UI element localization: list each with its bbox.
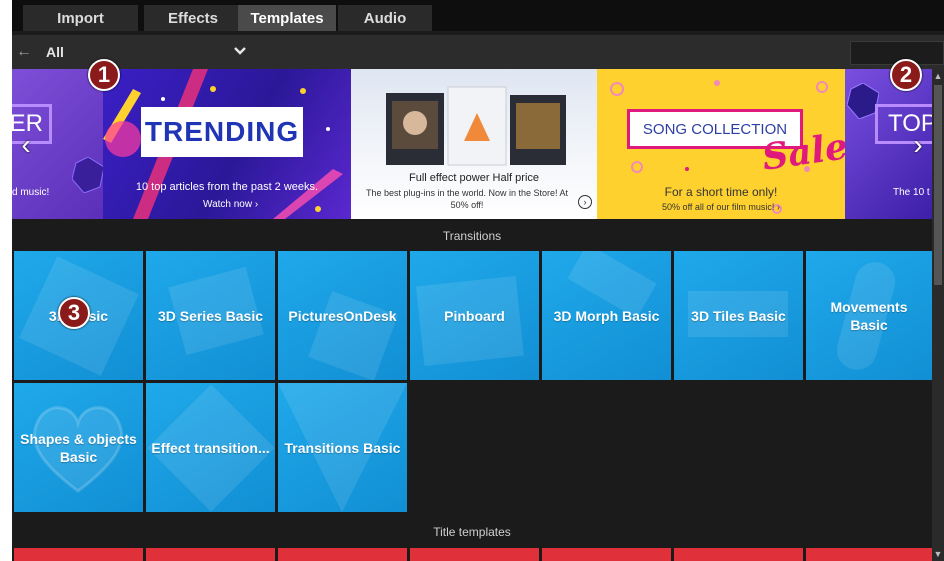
carousel-prev-arrow-icon[interactable]: ‹ <box>14 127 38 163</box>
tile-label: 3D Tiles Basic <box>691 307 786 324</box>
banner-text-fragment: The 10 t <box>893 187 930 198</box>
banner-text-fragment: d music! <box>12 187 50 198</box>
tab-bar: Import Effects Templates Audio <box>12 0 944 31</box>
template-tile-transitions-basic[interactable]: Transitions Basic <box>278 383 407 512</box>
window-edge <box>0 0 12 561</box>
tile-label: PicturesOnDesk <box>288 307 397 324</box>
tile-label: Shapes & objects Basic <box>20 430 137 465</box>
trending-title: TRENDING <box>141 107 303 157</box>
promo-banner-carousel: ER d music! TRENDING 10 top articles fro… <box>12 69 932 219</box>
tab-audio[interactable]: Audio <box>338 5 432 31</box>
callout-badge-1: 1 <box>88 59 120 91</box>
title-template-tile[interactable] <box>278 548 407 561</box>
carousel-next-arrow-icon[interactable]: › <box>906 127 930 163</box>
song-description: 50% off all of our film music! › <box>662 202 780 212</box>
template-tile-effect-transition[interactable]: Effect transition... <box>146 383 275 512</box>
tile-label: 3D Morph Basic <box>553 307 660 324</box>
trending-description: 10 top articles from the past 2 weeks. <box>135 181 319 193</box>
scroll-down-arrow-icon[interactable]: ▼ <box>932 547 944 561</box>
gem-decoration-icon <box>72 157 103 193</box>
product-boxes-image <box>386 86 566 166</box>
template-tile-shapes-objects-basic[interactable]: Shapes & objects Basic <box>14 383 143 512</box>
tile-label: 3D Series Basic <box>157 307 264 324</box>
section-title-title-templates: Title templates <box>433 525 511 539</box>
watch-now-link[interactable]: Watch now › <box>203 199 258 210</box>
scroll-thumb[interactable] <box>934 85 942 285</box>
watch-now-label: Watch now <box>203 199 253 210</box>
title-template-tile[interactable] <box>14 548 143 561</box>
section-title-transitions: Transitions <box>442 229 502 243</box>
tile-label: Movements Basic <box>830 298 908 333</box>
title-template-tile[interactable] <box>542 548 671 561</box>
tile-label: Transitions Basic <box>284 439 401 456</box>
template-tile-3d-series-basic[interactable]: 3D Series Basic <box>146 251 275 380</box>
hitfilm-description: The best plug-ins in the world. Now in t… <box>365 188 569 210</box>
tab-effects[interactable]: Effects <box>144 5 242 31</box>
banner-trending[interactable]: TRENDING 10 top articles from the past 2… <box>103 69 351 219</box>
banner-song-collection[interactable]: SONG COLLECTION Sale For a short time on… <box>597 69 845 219</box>
template-tile-3d-morph-basic[interactable]: 3D Morph Basic <box>542 251 671 380</box>
template-tile-movements-basic[interactable]: Movements Basic <box>806 251 932 380</box>
template-tile-3d-tiles-basic[interactable]: 3D Tiles Basic <box>674 251 803 380</box>
scroll-up-arrow-icon[interactable]: ▲ <box>932 69 944 83</box>
vertical-scrollbar[interactable]: ▲ ▼ <box>932 69 944 561</box>
category-filter-value[interactable]: All <box>46 44 64 60</box>
tab-import[interactable]: Import <box>23 5 138 31</box>
title-template-tile[interactable] <box>674 548 803 561</box>
template-tile-pinboard[interactable]: Pinboard <box>410 251 539 380</box>
banner-hitfilm-sale[interactable]: Full effect power Half price The best pl… <box>351 69 597 219</box>
tab-templates[interactable]: Templates <box>238 5 336 31</box>
callout-badge-2: 2 <box>890 59 922 91</box>
callout-badge-3: 3 <box>58 297 90 329</box>
circle-chevron-right-icon[interactable]: › <box>578 195 592 209</box>
song-headline: For a short time only! <box>664 185 778 199</box>
circle-chevron-right-icon: › <box>254 199 259 210</box>
title-template-tile[interactable] <box>410 548 539 561</box>
tile-label: Pinboard <box>444 307 505 324</box>
filter-bar: ← All <box>12 35 944 69</box>
tile-label: Effect transition... <box>151 439 270 456</box>
app-window: Import Effects Templates Audio ← All ER … <box>0 0 944 561</box>
arrow-left-icon[interactable]: ← <box>12 41 36 63</box>
title-template-tile[interactable] <box>806 548 932 561</box>
template-tile-picturesondesk[interactable]: PicturesOnDesk <box>278 251 407 380</box>
chevron-down-icon[interactable] <box>232 43 248 59</box>
hitfilm-headline: Full effect power Half price <box>408 172 540 184</box>
title-template-tile[interactable] <box>146 548 275 561</box>
circle-chevron-right-icon[interactable]: › <box>777 202 780 212</box>
